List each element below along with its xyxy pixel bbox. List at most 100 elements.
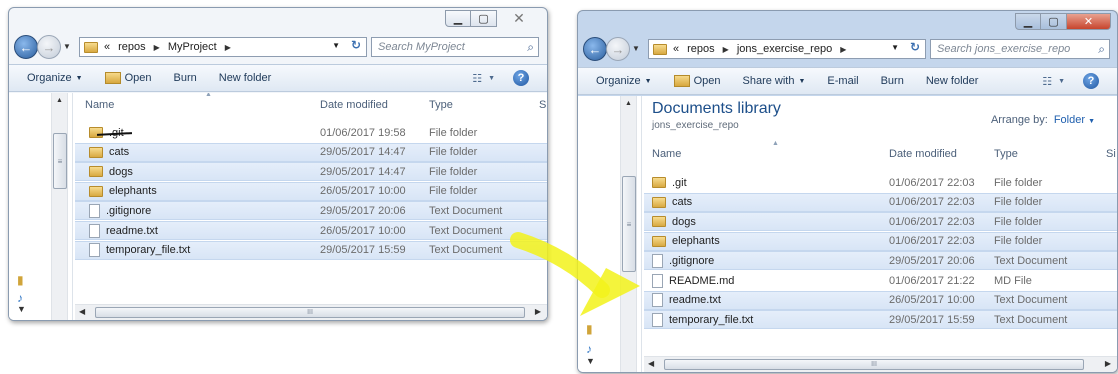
breadcrumb-repos[interactable]: repos [687, 43, 715, 55]
forward-button[interactable]: → [37, 35, 61, 59]
scroll-left-icon[interactable]: ◀ [79, 307, 85, 316]
scroll-right-icon[interactable]: ▶ [1105, 359, 1111, 368]
breadcrumb-myproject[interactable]: MyProject [168, 41, 217, 53]
close-button[interactable]: ✕ [1067, 13, 1111, 30]
breadcrumb-arrow-icon[interactable]: ▶ [840, 45, 846, 54]
file-name: .git [109, 126, 124, 139]
open-button[interactable]: Open [673, 75, 721, 87]
scroll-right-icon[interactable]: ▶ [535, 307, 541, 316]
search-icon[interactable]: ⌕ [527, 40, 534, 55]
minimize-button[interactable]: ▁ [1015, 13, 1041, 30]
help-icon[interactable]: ? [1083, 73, 1099, 89]
close-button[interactable]: ✕ [497, 10, 541, 27]
new-folder-button[interactable]: New folder [219, 72, 272, 84]
help-icon[interactable]: ? [513, 70, 529, 86]
file-row[interactable]: .git 01/06/2017 19:58 File folder [75, 123, 547, 142]
breadcrumb-overflow[interactable]: « [673, 43, 679, 55]
refresh-icon[interactable]: ↻ [351, 38, 361, 52]
hscroll-thumb[interactable]: III [664, 359, 1084, 370]
file-name-cell: dogs [89, 166, 133, 178]
horizontal-scrollbar[interactable]: ◀ III ▶ [644, 356, 1117, 372]
scroll-down-icon[interactable]: ▼ [586, 356, 595, 366]
folder-icon [84, 41, 98, 53]
scroll-up-icon[interactable]: ▲ [56, 97, 63, 104]
organize-button[interactable]: Organize ▼ [27, 72, 83, 84]
back-button[interactable]: ← [583, 37, 607, 61]
column-header-size[interactable]: S [539, 93, 546, 117]
scroll-thumb[interactable]: ≡ [622, 176, 636, 272]
file-row[interactable]: README.md 01/06/2017 21:22 MD File [644, 271, 1117, 290]
file-row[interactable]: .gitignore 29/05/2017 20:06 Text Document [75, 201, 547, 221]
file-name: README.md [669, 274, 735, 287]
explorer-window-myproject: ▁ ▢ ✕ ← → ▼ « repos ▶ MyProject ▶ ▼ ↻ Se… [8, 7, 548, 321]
nav-vertical-scrollbar[interactable]: ▲ ≡ [51, 93, 68, 320]
search-icon[interactable]: ⌕ [1098, 42, 1105, 57]
column-header-date[interactable]: Date modified [889, 142, 957, 166]
maximize-button[interactable]: ▢ [1041, 13, 1067, 30]
breadcrumb-overflow[interactable]: « [104, 41, 110, 53]
file-name: elephants [672, 235, 720, 248]
file-type: File folder [429, 126, 478, 139]
column-header-date[interactable]: Date modified [320, 93, 388, 117]
breadcrumb-jons-exercise-repo[interactable]: jons_exercise_repo [737, 43, 832, 55]
file-row[interactable]: dogs 29/05/2017 14:47 File folder [75, 162, 547, 182]
back-button[interactable]: ← [14, 35, 38, 59]
column-header-size[interactable]: Si [1106, 142, 1116, 166]
address-dropdown-icon[interactable]: ▼ [891, 43, 899, 52]
column-header-type[interactable]: Type [994, 142, 1018, 166]
scroll-left-icon[interactable]: ◀ [648, 359, 654, 368]
file-row[interactable]: elephants 01/06/2017 22:03 File folder [644, 231, 1117, 251]
address-bar[interactable]: « repos ▶ MyProject ▶ ▼ ↻ [79, 37, 367, 57]
file-row[interactable]: cats 01/06/2017 22:03 File folder [644, 192, 1117, 212]
breadcrumb-repos[interactable]: repos [118, 41, 146, 53]
burn-button[interactable]: Burn [881, 75, 904, 87]
recent-pages-chevron-icon[interactable]: ▼ [63, 42, 71, 51]
folder-icon [652, 216, 666, 228]
file-date: 26/05/2017 10:00 [320, 185, 406, 198]
burn-button[interactable]: Burn [174, 72, 197, 84]
file-row[interactable]: readme.txt 26/05/2017 10:00 Text Document [75, 221, 547, 240]
file-row[interactable]: cats 29/05/2017 14:47 File folder [75, 142, 547, 162]
email-button[interactable]: E-mail [827, 75, 858, 87]
forward-button[interactable]: → [606, 37, 630, 61]
share-with-button[interactable]: Share with ▼ [743, 75, 806, 87]
file-row[interactable]: dogs 01/06/2017 22:03 File folder [644, 212, 1117, 232]
breadcrumb-arrow-icon[interactable]: ▶ [154, 43, 160, 52]
refresh-icon[interactable]: ↻ [910, 40, 920, 54]
file-row[interactable]: temporary_file.txt 29/05/2017 15:59 Text D… [644, 310, 1117, 330]
address-dropdown-icon[interactable]: ▼ [332, 41, 340, 50]
new-folder-button[interactable]: New folder [926, 75, 979, 87]
scroll-up-icon[interactable]: ▲ [625, 100, 632, 107]
file-date: 01/06/2017 22:03 [889, 235, 975, 248]
search-input[interactable]: Search MyProject ⌕ [371, 37, 539, 57]
scroll-thumb[interactable]: ≡ [53, 133, 67, 189]
folder-icon: ▮ [586, 322, 593, 336]
change-view-icon[interactable]: ☷ ▼ [1042, 75, 1065, 88]
file-row[interactable]: temporary_file.txt 29/05/2017 15:59 Text D… [75, 240, 547, 260]
hscroll-thumb[interactable]: III [95, 307, 525, 318]
horizontal-scrollbar[interactable]: ◀ III ▶ [75, 304, 547, 320]
maximize-button[interactable]: ▢ [471, 10, 497, 27]
arrange-by-dropdown[interactable]: Folder ▼ [1054, 114, 1095, 126]
file-row[interactable]: .gitignore 29/05/2017 20:06 Text Document [644, 251, 1117, 271]
nav-vertical-scrollbar[interactable]: ▲ ≡ [620, 96, 637, 372]
column-header-name[interactable]: Name ▲ [85, 93, 212, 117]
organize-button[interactable]: Organize ▼ [596, 75, 652, 87]
file-name: dogs [672, 215, 696, 228]
address-bar[interactable]: « repos ▶ jons_exercise_repo ▶ ▼ ↻ [648, 39, 926, 59]
file-row[interactable]: readme.txt 26/05/2017 10:00 Text Document [644, 290, 1117, 310]
change-view-icon[interactable]: ☷ ▼ [472, 72, 495, 85]
file-row[interactable]: elephants 26/05/2017 10:00 File folder [75, 181, 547, 201]
column-header-type[interactable]: Type [429, 93, 453, 117]
scroll-down-icon[interactable]: ▼ [17, 304, 26, 314]
minimize-button[interactable]: ▁ [445, 10, 471, 27]
breadcrumb-arrow-icon[interactable]: ▶ [225, 43, 231, 52]
breadcrumb-arrow-icon[interactable]: ▶ [723, 45, 729, 54]
recent-pages-chevron-icon[interactable]: ▼ [632, 44, 640, 53]
search-input[interactable]: Search jons_exercise_repo ⌕ [930, 39, 1110, 59]
file-date: 29/05/2017 15:59 [889, 313, 975, 326]
open-button[interactable]: Open [104, 72, 152, 84]
arrange-by: Arrange by: Folder ▼ [991, 114, 1095, 126]
file-row[interactable]: .git 01/06/2017 22:03 File folder [644, 173, 1117, 192]
column-header-name[interactable]: Name ▲ [652, 140, 779, 166]
